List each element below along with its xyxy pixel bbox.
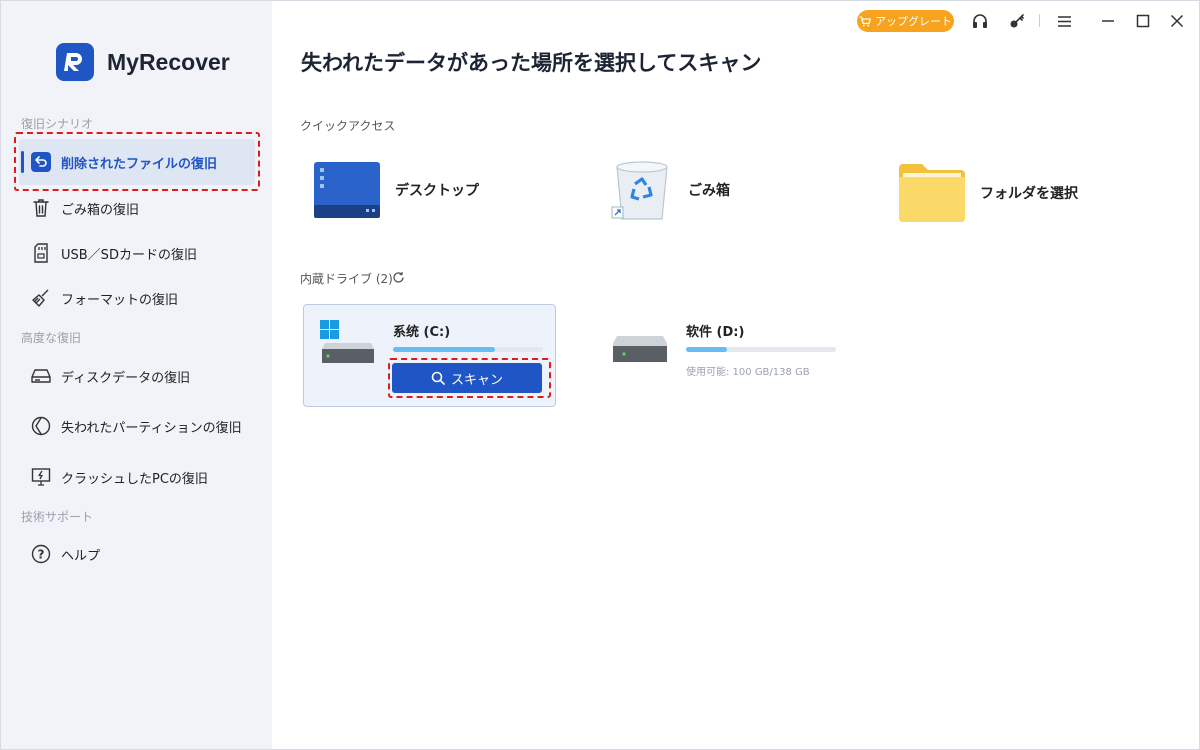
app-window: MyRecover 復旧シナリオ 削除されたファイルの復旧 ごみ箱の復旧 USB… (0, 0, 1200, 750)
sidebar-item-label: ヘルプ (61, 548, 101, 564)
upgrade-label: アップグレート (875, 15, 952, 28)
sidebar-item-label: クラッシュしたPCの復旧 (61, 471, 208, 487)
sd-card-icon (31, 243, 51, 263)
myrecover-logo-icon (56, 43, 94, 81)
menu-icon[interactable] (1054, 11, 1074, 31)
sidebar-item-recycle-bin[interactable]: ごみ箱の復旧 (19, 185, 255, 231)
section-title-support: 技術サポート (21, 510, 94, 524)
sidebar-item-help[interactable]: ? ヘルプ (19, 531, 255, 577)
sidebar-item-label: 失われたパーティションの復旧 (61, 420, 242, 436)
topbar-divider (1039, 14, 1040, 27)
sidebar-item-disk-data[interactable]: ディスクデータの復旧 (19, 353, 255, 399)
quick-access-recycle-bin[interactable]: ごみ箱 (611, 159, 730, 221)
support-headset-icon[interactable] (970, 11, 990, 31)
drive-usage-bar-c (393, 347, 543, 352)
sidebar-item-deleted-files[interactable]: 削除されたファイルの復旧 (19, 139, 255, 185)
section-title-recovery-scenario: 復旧シナリオ (21, 117, 94, 131)
sidebar-item-usb-sd[interactable]: USB／SDカードの復旧 (19, 230, 255, 276)
svg-text:?: ? (38, 548, 45, 562)
drive-usage-text-d: 使用可能: 100 GB/138 GB (686, 367, 810, 378)
quick-access-choose-folder[interactable]: フォルダを選択 (898, 163, 1078, 223)
trash-icon (31, 198, 51, 218)
folder-icon (899, 164, 965, 222)
drive-name-c: 系统 (C:) (393, 325, 451, 340)
sidebar-item-label: ディスクデータの復旧 (61, 370, 191, 386)
sidebar-item-crashed-pc[interactable]: クラッシュしたPCの復旧 (19, 454, 255, 500)
minimize-icon[interactable] (1098, 11, 1118, 31)
maximize-icon[interactable] (1133, 11, 1153, 31)
app-name: MyRecover (107, 48, 230, 75)
drive-name-d[interactable]: 软件 (D:) (686, 321, 744, 340)
sidebar: MyRecover 復旧シナリオ 削除されたファイルの復旧 ごみ箱の復旧 USB… (1, 1, 272, 749)
drive-usage-fill-c (393, 347, 495, 352)
hard-drive-icon (613, 336, 667, 362)
internal-drives-title: 内蔵ドライブ (2) (300, 272, 393, 286)
sidebar-item-label: フォーマットの復旧 (61, 292, 179, 308)
sidebar-item-label: USB／SDカードの復旧 (61, 247, 197, 263)
sidebar-item-format[interactable]: フォーマットの復旧 (19, 275, 255, 321)
quick-access-title: クイックアクセス (300, 119, 396, 133)
help-icon: ? (31, 544, 51, 564)
drive-usage-fill-d (686, 347, 727, 352)
partition-icon (31, 416, 51, 436)
upgrade-button[interactable]: アップグレート (857, 10, 954, 32)
app-logo: MyRecover (56, 43, 230, 81)
cart-icon (859, 15, 871, 27)
scan-label: スキャン (450, 372, 503, 388)
sidebar-item-label: 削除されたファイルの復旧 (61, 156, 218, 172)
broom-icon (31, 288, 51, 308)
disk-icon (31, 366, 51, 386)
sidebar-item-lost-partition[interactable]: 失われたパーティションの復旧 (19, 403, 255, 449)
section-title-advanced: 高度な復旧 (21, 331, 82, 345)
windows-drive-icon (320, 320, 374, 363)
recycle-bin-icon (611, 161, 668, 220)
key-icon[interactable] (1007, 11, 1027, 31)
search-icon (431, 371, 445, 385)
quick-access-label: デスクトップ (395, 183, 479, 199)
desktop-icon (314, 162, 380, 218)
crashed-pc-icon (31, 467, 51, 487)
quick-access-label: ごみ箱 (688, 183, 730, 199)
drive-usage-bar-d (686, 347, 836, 352)
sidebar-item-label: ごみ箱の復旧 (61, 202, 140, 218)
close-icon[interactable] (1167, 11, 1187, 31)
undo-icon (31, 152, 51, 172)
refresh-icon[interactable] (392, 269, 405, 288)
page-title: 失われたデータがあった場所を選択してスキャン (301, 51, 762, 75)
quick-access-label: フォルダを選択 (980, 186, 1078, 202)
quick-access-desktop[interactable]: デスクトップ (313, 161, 479, 219)
active-indicator (21, 151, 24, 173)
scan-button[interactable]: スキャン (392, 363, 542, 393)
